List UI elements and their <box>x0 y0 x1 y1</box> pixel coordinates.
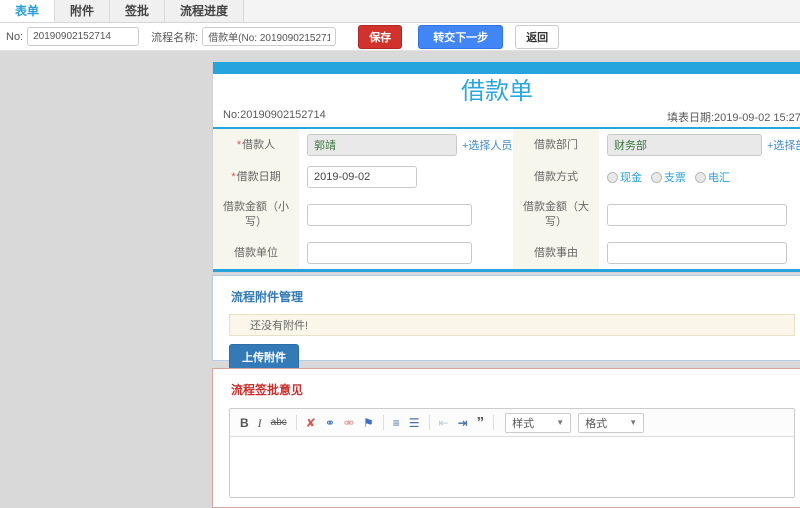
amount-lowercase-field <box>299 193 513 237</box>
rich-text-editor: B Iabc ✘ ⚭ ⚮ ⚑ ≡ ☰ ⇤ ⇥” 样式 ▼ 格式 ▼ <box>229 408 795 498</box>
no-label: No: <box>6 30 24 43</box>
attachment-heading: 流程附件管理 <box>231 290 304 304</box>
amount-uppercase-label: 借款金额（大写） <box>513 193 599 237</box>
attachment-section: 流程附件管理 还没有附件! 上传附件 <box>212 275 800 370</box>
loan-method-radio[interactable]: 现金 <box>607 169 642 185</box>
unordered-list-icon[interactable]: ☰ <box>405 414 424 432</box>
loan-method-radio[interactable]: 电汇 <box>695 169 730 185</box>
back-button[interactable]: 返回 <box>515 24 560 49</box>
editor-content-area[interactable] <box>230 437 794 497</box>
amount-uppercase-field <box>599 193 800 237</box>
editor-toolbar: B Iabc ✘ ⚭ ⚮ ⚑ ≡ ☰ ⇤ ⇥” 样式 ▼ 格式 ▼ <box>230 409 794 437</box>
toolbar-separator <box>295 415 297 430</box>
tab-bar: 表单 附件 签批 流程进度 <box>0 0 800 23</box>
page-title: 借款单 <box>461 78 533 105</box>
tab-form[interactable]: 表单 <box>0 0 56 22</box>
loan-form-panel: 借款单 No:20190902152714 填表日期:2019-09-02 15… <box>212 62 800 273</box>
remove-format-icon[interactable]: ✘ <box>302 414 320 432</box>
toolbar-separator <box>382 415 384 430</box>
loan-method-label: 借款方式 <box>513 161 599 193</box>
upload-attachment-button[interactable]: 上传附件 <box>229 344 299 370</box>
toolbar-separator <box>493 415 495 430</box>
loan-reason-field <box>599 237 800 269</box>
loan-date-field <box>299 161 513 193</box>
styles-dropdown[interactable]: 样式 ▼ <box>505 412 572 433</box>
outdent-icon[interactable]: ⇤ <box>435 414 453 432</box>
tab-progress[interactable]: 流程进度 <box>165 0 245 22</box>
chevron-down-icon: ▼ <box>556 418 565 427</box>
radio-icon[interactable] <box>607 171 618 183</box>
loan-date-input[interactable] <box>307 166 417 188</box>
link-icon[interactable]: ⚭ <box>321 414 339 432</box>
required-asterisk: * <box>231 170 236 183</box>
format-dropdown[interactable]: 格式 ▼ <box>578 412 645 433</box>
amount-lowercase-label: 借款金额（小写） <box>213 193 299 237</box>
loan-date-label: * 借款日期 <box>213 161 299 193</box>
amount-lowercase-input[interactable] <box>307 204 472 226</box>
form-row: 借款金额（小写） 借款金额（大写） <box>213 193 800 237</box>
tab-approval[interactable]: 签批 <box>110 0 166 22</box>
anchor-icon[interactable]: ⚑ <box>359 414 378 432</box>
radio-icon[interactable] <box>695 171 706 183</box>
loan-method-field: 现金 支票 电汇 <box>599 161 800 193</box>
form-row: *借款人 +选择人员借款部门 +选择部门 <box>213 129 800 161</box>
department-label: 借款部门 <box>513 129 599 161</box>
department-select-link[interactable]: +选择部门 <box>767 137 800 153</box>
chevron-down-icon: ▼ <box>629 418 638 427</box>
loan-reason-input[interactable] <box>607 242 787 264</box>
toolbar-separator <box>428 415 430 430</box>
forward-next-step-button[interactable]: 转交下一步 <box>418 24 504 49</box>
divider <box>213 269 800 272</box>
no-input[interactable] <box>27 27 140 46</box>
form-meta-row: No:20190902152714 填表日期:2019-09-02 15:27:… <box>213 107 800 125</box>
italic-icon[interactable]: I <box>254 414 266 432</box>
borrower-field: +选择人员 <box>299 129 513 161</box>
required-asterisk: * <box>236 138 242 151</box>
approval-heading: 流程签批意见 <box>231 383 304 397</box>
form-table: *借款人+选择人员借款部门+选择部门*借款日期借款方式现金支票电汇借款金额（小写… <box>213 129 800 269</box>
borrower-label: * 借款人 <box>213 129 299 161</box>
top-toolbar: No: 流程名称: 保存 转交下一步 返回 <box>0 23 800 51</box>
radio-icon[interactable] <box>651 171 662 183</box>
amount-uppercase-input[interactable] <box>607 204 787 226</box>
bold-icon[interactable]: B <box>236 414 253 432</box>
loan-unit-input[interactable] <box>307 242 472 264</box>
loan-unit-label: 借款单位 <box>213 237 299 269</box>
indent-icon[interactable]: ⇥ <box>454 414 472 432</box>
save-button[interactable]: 保存 <box>358 24 403 49</box>
form-row: *借款日期 借款方式现金支票电汇 <box>213 161 800 193</box>
process-name-label: 流程名称: <box>151 31 199 44</box>
no-attachment-notice: 还没有附件! <box>229 314 795 336</box>
ordered-list-icon[interactable]: ≡ <box>389 414 404 432</box>
fill-date: 填表日期:2019-09-02 15:27:1 <box>667 112 800 124</box>
approval-section: 流程签批意见 B Iabc ✘ ⚭ ⚮ ⚑ ≡ ☰ ⇤ ⇥” 样式 ▼ 格式 ▼ <box>212 368 800 508</box>
department-field: +选择部门 <box>599 129 800 161</box>
unlink-icon[interactable]: ⚮ <box>340 414 358 432</box>
tab-attachments[interactable]: 附件 <box>55 0 111 22</box>
department-input[interactable] <box>607 134 762 156</box>
document-number: No:20190902152714 <box>223 109 326 121</box>
blockquote-icon[interactable]: ” <box>473 415 489 430</box>
process-name-input[interactable] <box>202 27 337 46</box>
form-row: 借款单位 借款事由 <box>213 237 800 269</box>
loan-method-radio[interactable]: 支票 <box>651 169 686 185</box>
borrower-input[interactable] <box>307 134 457 156</box>
loan-reason-label: 借款事由 <box>513 237 599 269</box>
strikethrough-icon[interactable]: abc <box>267 414 291 432</box>
panel-header-bar <box>213 62 800 74</box>
loan-unit-field <box>299 237 513 269</box>
borrower-select-link[interactable]: +选择人员 <box>462 137 512 153</box>
